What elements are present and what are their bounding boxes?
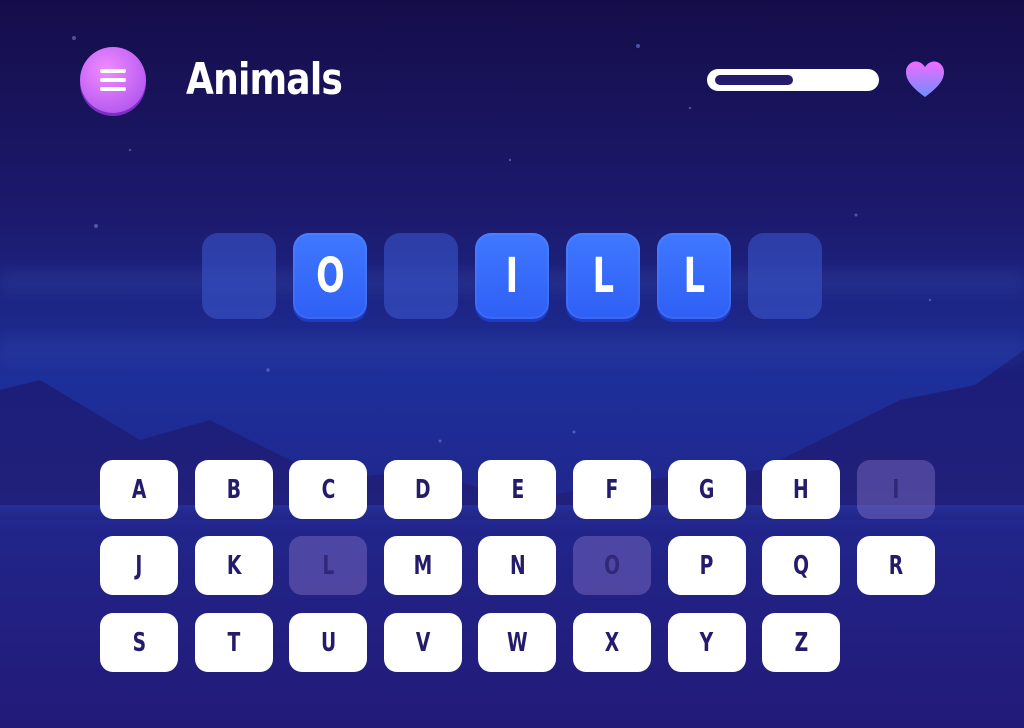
- category-title: Animals: [186, 54, 343, 105]
- key-label: H: [793, 474, 810, 505]
- key-label: Q: [793, 550, 810, 581]
- key-t[interactable]: T: [194, 613, 273, 672]
- key-w[interactable]: W: [478, 613, 557, 672]
- key-label: L: [322, 550, 335, 581]
- key-label: I: [892, 474, 900, 505]
- key-o: O: [573, 536, 651, 595]
- key-label: P: [699, 550, 714, 581]
- key-label: B: [226, 474, 241, 505]
- key-label: C: [321, 474, 336, 505]
- key-r[interactable]: R: [856, 536, 935, 595]
- key-label: R: [888, 550, 904, 581]
- key-label: Y: [699, 627, 714, 658]
- key-label: X: [604, 627, 620, 658]
- key-label: W: [507, 627, 528, 658]
- key-label: K: [226, 550, 241, 581]
- key-label: D: [415, 474, 431, 505]
- progress-bar: [707, 69, 879, 91]
- letter-tile: O: [293, 233, 367, 319]
- progress-fill: [715, 75, 793, 85]
- key-label: V: [415, 627, 431, 658]
- letter-tile: L: [566, 233, 640, 319]
- key-f[interactable]: F: [573, 460, 651, 519]
- key-h[interactable]: H: [762, 460, 841, 519]
- key-x[interactable]: X: [573, 613, 651, 672]
- key-l: L: [289, 536, 368, 595]
- hamburger-menu-icon: [100, 69, 126, 91]
- letter-tile: L: [657, 233, 731, 319]
- key-label: N: [509, 550, 526, 581]
- key-label: F: [605, 474, 619, 505]
- key-g[interactable]: G: [667, 460, 746, 519]
- letter-tile-text: I: [505, 248, 519, 304]
- key-label: U: [320, 627, 336, 658]
- key-v[interactable]: V: [383, 613, 462, 672]
- key-label: S: [132, 627, 146, 658]
- key-q[interactable]: Q: [762, 536, 841, 595]
- key-label: E: [510, 474, 524, 505]
- letter-tile-text: L: [683, 248, 705, 304]
- letter-tile-text: L: [592, 248, 614, 304]
- key-p[interactable]: P: [667, 536, 746, 595]
- empty-letter-tile: [202, 233, 276, 319]
- empty-letter-tile: [384, 233, 458, 319]
- key-label: G: [698, 474, 715, 505]
- key-s[interactable]: S: [100, 613, 178, 672]
- key-label: Z: [794, 627, 808, 658]
- key-m[interactable]: M: [383, 536, 462, 595]
- key-k[interactable]: K: [194, 536, 273, 595]
- key-label: J: [135, 550, 143, 581]
- key-label: T: [227, 627, 240, 658]
- key-u[interactable]: U: [289, 613, 368, 672]
- key-label: O: [604, 550, 620, 581]
- key-d[interactable]: D: [383, 460, 462, 519]
- key-i: I: [856, 460, 935, 519]
- key-a[interactable]: A: [100, 460, 178, 519]
- key-c[interactable]: C: [289, 460, 368, 519]
- key-label: M: [413, 550, 433, 581]
- key-e[interactable]: E: [478, 460, 557, 519]
- word-slots: OILL: [202, 233, 824, 319]
- letter-tile: I: [475, 233, 549, 319]
- letter-tile-text: O: [315, 248, 345, 304]
- light-band: [0, 335, 1024, 365]
- empty-letter-tile: [748, 233, 822, 319]
- key-label: A: [131, 474, 147, 505]
- heart-icon: [906, 61, 944, 97]
- key-b[interactable]: B: [194, 460, 273, 519]
- key-j[interactable]: J: [100, 536, 178, 595]
- key-n[interactable]: N: [478, 536, 557, 595]
- key-y[interactable]: Y: [667, 613, 746, 672]
- key-z[interactable]: Z: [762, 613, 841, 672]
- menu-button[interactable]: [80, 47, 146, 113]
